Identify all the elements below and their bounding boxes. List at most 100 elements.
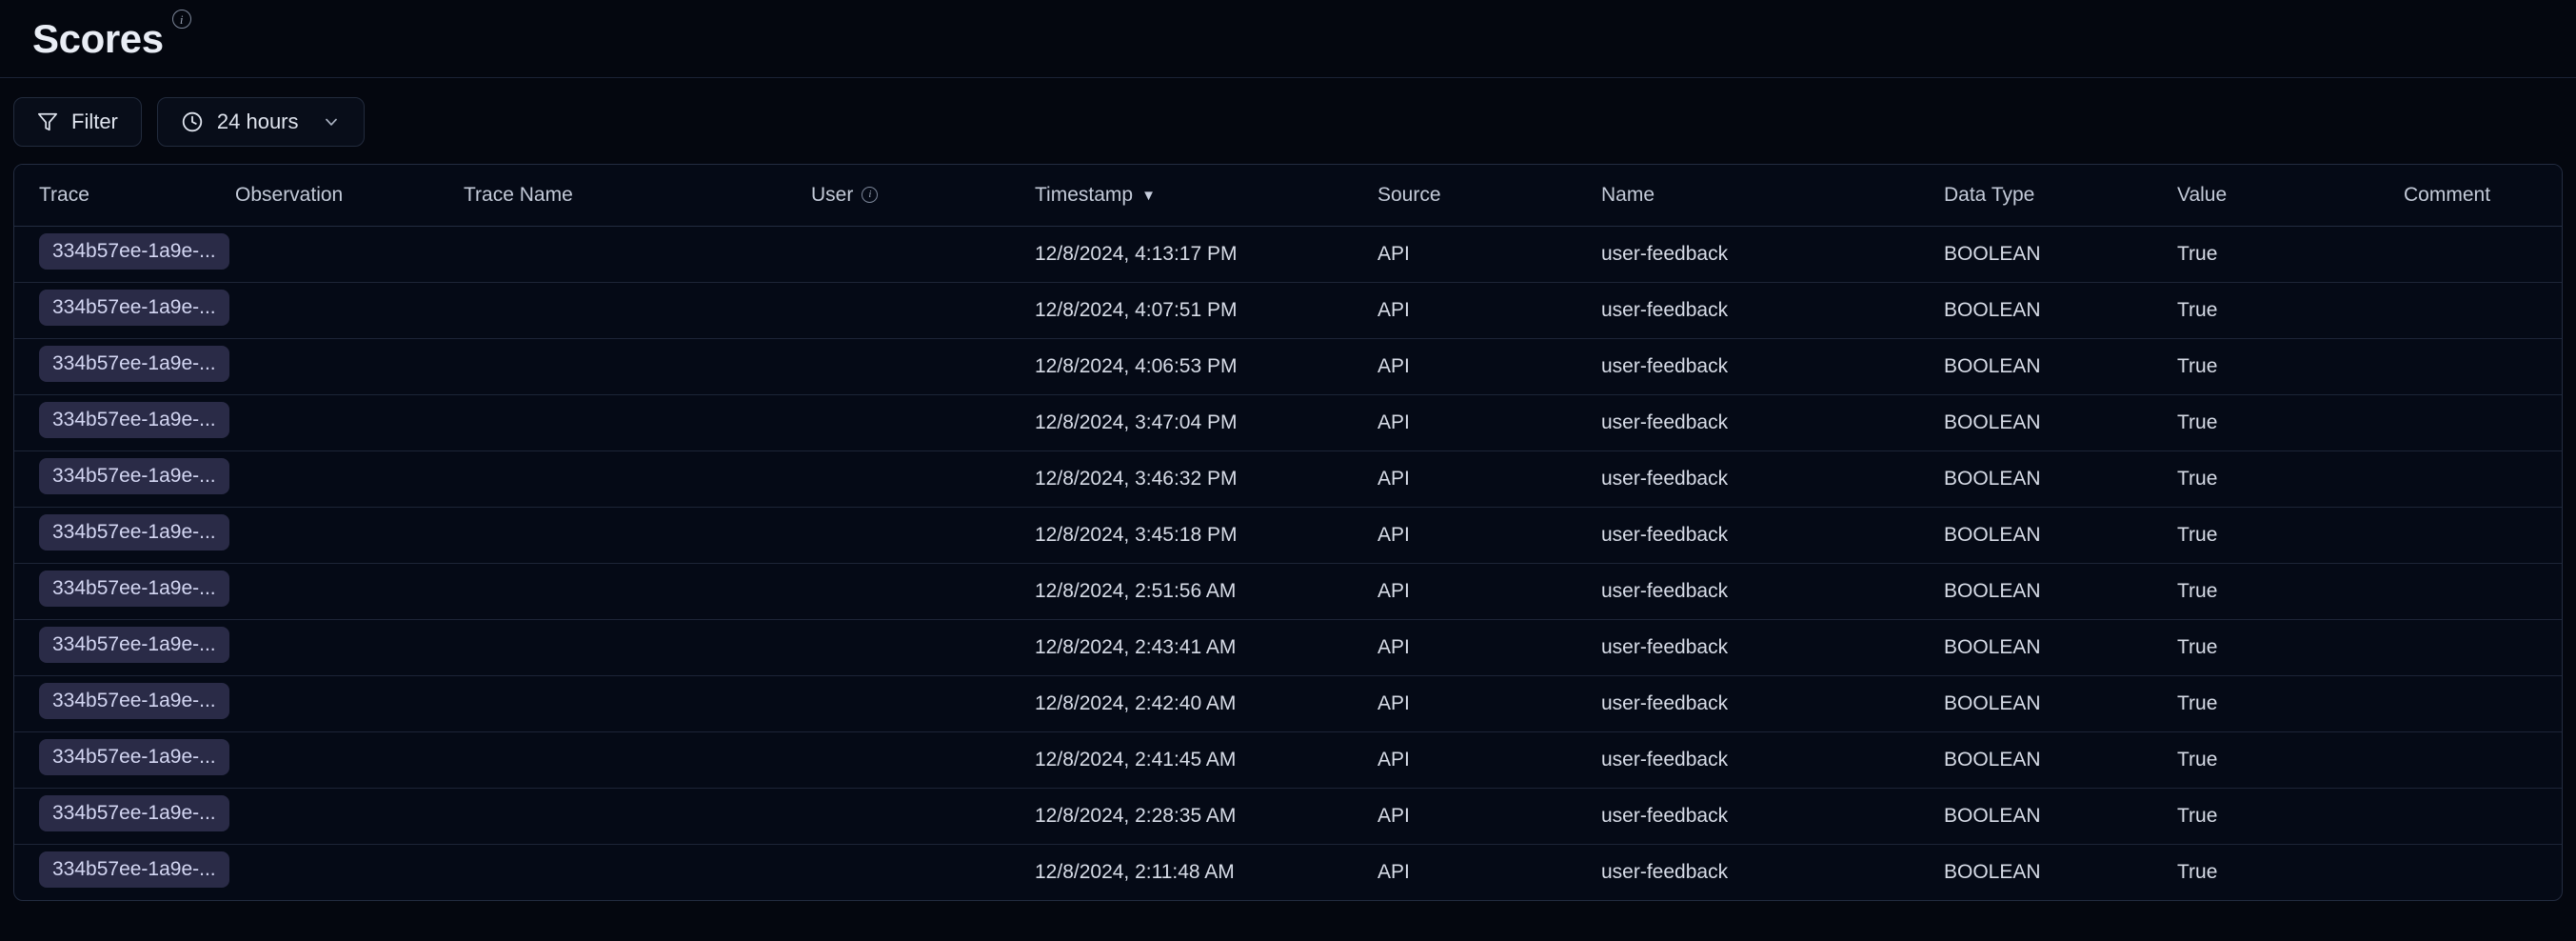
column-header-timestamp[interactable]: Timestamp ▼ xyxy=(1035,165,1377,227)
cell-timestamp-text: 12/8/2024, 2:51:56 AM xyxy=(1035,579,1237,602)
cell-timestamp: 12/8/2024, 4:06:53 PM xyxy=(1035,338,1377,395)
column-header-label: Data Type xyxy=(1944,183,2035,206)
cell-timestamp: 12/8/2024, 3:46:32 PM xyxy=(1035,450,1377,508)
column-header-trace[interactable]: Trace xyxy=(14,165,235,227)
cell-source-text: API xyxy=(1377,242,1410,265)
cell-comment xyxy=(2404,563,2562,620)
cell-value: True xyxy=(2177,282,2404,339)
table-row[interactable]: 334b57ee-1a9e-... 12/8/2024, 2:28:35 AM AP… xyxy=(14,788,2562,845)
cell-timestamp-text: 12/8/2024, 3:47:04 PM xyxy=(1035,410,1238,433)
cell-timestamp: 12/8/2024, 2:43:41 AM xyxy=(1035,619,1377,676)
cell-timestamp-text: 12/8/2024, 2:28:35 AM xyxy=(1035,804,1237,827)
cell-user xyxy=(811,282,1035,339)
table-row[interactable]: 334b57ee-1a9e-... 12/8/2024, 4:06:53 PM AP… xyxy=(14,338,2562,395)
table-row[interactable]: 334b57ee-1a9e-... 12/8/2024, 2:51:56 AM AP… xyxy=(14,563,2562,620)
cell-source: API xyxy=(1377,338,1601,395)
cell-data-type-text: BOOLEAN xyxy=(1944,298,2041,321)
table-row[interactable]: 334b57ee-1a9e-... 12/8/2024, 4:07:51 PM AP… xyxy=(14,282,2562,339)
cell-value-text: True xyxy=(2177,467,2218,490)
column-header-label: Source xyxy=(1377,183,1441,206)
cell-trace-name xyxy=(464,226,811,283)
column-header-value[interactable]: Value xyxy=(2177,165,2404,227)
trace-id-chip[interactable]: 334b57ee-1a9e-... xyxy=(39,513,229,551)
cell-value: True xyxy=(2177,226,2404,283)
table-row[interactable]: 334b57ee-1a9e-... 12/8/2024, 4:13:17 PM AP… xyxy=(14,226,2562,283)
cell-user xyxy=(811,844,1035,900)
cell-timestamp-text: 12/8/2024, 2:43:41 AM xyxy=(1035,635,1237,658)
column-header-label: Value xyxy=(2177,183,2228,206)
cell-trace-name xyxy=(464,507,811,564)
column-header-data-type[interactable]: Data Type xyxy=(1944,165,2177,227)
cell-data-type-text: BOOLEAN xyxy=(1944,635,2041,658)
cell-value-text: True xyxy=(2177,804,2218,827)
cell-source: API xyxy=(1377,788,1601,845)
cell-observation xyxy=(235,675,464,732)
column-header-comment[interactable]: Comment xyxy=(2404,165,2562,227)
scores-page: Scores i Filter 24 hours Trace Observati… xyxy=(0,0,2576,941)
cell-name-text: user-feedback xyxy=(1601,354,1729,377)
cell-value-text: True xyxy=(2177,354,2218,377)
trace-id-chip[interactable]: 334b57ee-1a9e-... xyxy=(39,345,229,382)
table-row[interactable]: 334b57ee-1a9e-... 12/8/2024, 3:47:04 PM AP… xyxy=(14,394,2562,451)
trace-id-chip[interactable]: 334b57ee-1a9e-... xyxy=(39,289,229,326)
cell-value: True xyxy=(2177,788,2404,845)
time-range-button[interactable]: 24 hours xyxy=(156,97,365,147)
cell-data-type-text: BOOLEAN xyxy=(1944,860,2041,883)
cell-data-type-text: BOOLEAN xyxy=(1944,467,2041,490)
column-header-trace-name[interactable]: Trace Name xyxy=(464,165,811,227)
trace-id-chip[interactable]: 334b57ee-1a9e-... xyxy=(39,457,229,494)
trace-id-chip[interactable]: 334b57ee-1a9e-... xyxy=(39,794,229,831)
cell-timestamp: 12/8/2024, 4:07:51 PM xyxy=(1035,282,1377,339)
cell-timestamp: 12/8/2024, 2:11:48 AM xyxy=(1035,844,1377,900)
table-row[interactable]: 334b57ee-1a9e-... 12/8/2024, 2:11:48 AM AP… xyxy=(14,844,2562,900)
cell-timestamp-text: 12/8/2024, 4:13:17 PM xyxy=(1035,242,1238,265)
table-body: 334b57ee-1a9e-... 12/8/2024, 4:13:17 PM AP… xyxy=(14,226,2562,900)
scores-table-container: Trace Observation Trace Name User i Time… xyxy=(13,164,2563,901)
column-header-name[interactable]: Name xyxy=(1601,165,1944,227)
cell-trace-name xyxy=(464,338,811,395)
table-row[interactable]: 334b57ee-1a9e-... 12/8/2024, 2:43:41 AM AP… xyxy=(14,619,2562,676)
column-header-label: Trace xyxy=(39,183,89,206)
trace-id-chip[interactable]: 334b57ee-1a9e-... xyxy=(39,738,229,775)
column-header-source[interactable]: Source xyxy=(1377,165,1601,227)
column-header-label: User xyxy=(811,183,854,206)
table-row[interactable]: 334b57ee-1a9e-... 12/8/2024, 2:41:45 AM AP… xyxy=(14,731,2562,789)
cell-data-type: BOOLEAN xyxy=(1944,731,2177,789)
column-header-user[interactable]: User i xyxy=(811,165,1035,227)
trace-id-chip[interactable]: 334b57ee-1a9e-... xyxy=(39,851,229,888)
info-icon[interactable]: i xyxy=(862,187,879,204)
trace-id-chip[interactable]: 334b57ee-1a9e-... xyxy=(39,401,229,438)
cell-trace: 334b57ee-1a9e-... xyxy=(14,507,235,564)
cell-name-text: user-feedback xyxy=(1601,691,1729,714)
cell-data-type: BOOLEAN xyxy=(1944,282,2177,339)
cell-name: user-feedback xyxy=(1601,450,1944,508)
table-row[interactable]: 334b57ee-1a9e-... 12/8/2024, 2:42:40 AM AP… xyxy=(14,675,2562,732)
cell-name: user-feedback xyxy=(1601,731,1944,789)
cell-observation xyxy=(235,844,464,900)
trace-id-chip[interactable]: 334b57ee-1a9e-... xyxy=(39,682,229,719)
cell-data-type: BOOLEAN xyxy=(1944,844,2177,900)
filter-button[interactable]: Filter xyxy=(13,97,142,147)
cell-timestamp: 12/8/2024, 2:42:40 AM xyxy=(1035,675,1377,732)
trace-id-chip[interactable]: 334b57ee-1a9e-... xyxy=(39,626,229,663)
cell-name: user-feedback xyxy=(1601,338,1944,395)
clock-icon xyxy=(181,110,204,133)
cell-timestamp-text: 12/8/2024, 2:11:48 AM xyxy=(1035,860,1235,883)
info-icon[interactable]: i xyxy=(171,10,191,29)
cell-timestamp: 12/8/2024, 4:13:17 PM xyxy=(1035,226,1377,283)
cell-value-text: True xyxy=(2177,410,2218,433)
cell-trace: 334b57ee-1a9e-... xyxy=(14,394,235,451)
time-range-label: 24 hours xyxy=(216,110,299,133)
cell-trace: 334b57ee-1a9e-... xyxy=(14,844,235,900)
trace-id-chip[interactable]: 334b57ee-1a9e-... xyxy=(39,232,229,270)
cell-user xyxy=(811,507,1035,564)
column-header-label: Comment xyxy=(2404,183,2491,206)
trace-id-chip[interactable]: 334b57ee-1a9e-... xyxy=(39,570,229,607)
table-row[interactable]: 334b57ee-1a9e-... 12/8/2024, 3:46:32 PM AP… xyxy=(14,450,2562,508)
cell-source: API xyxy=(1377,563,1601,620)
cell-source-text: API xyxy=(1377,860,1410,883)
column-header-label: Name xyxy=(1601,183,1655,206)
column-header-observation[interactable]: Observation xyxy=(235,165,464,227)
cell-source-text: API xyxy=(1377,354,1410,377)
table-row[interactable]: 334b57ee-1a9e-... 12/8/2024, 3:45:18 PM AP… xyxy=(14,507,2562,564)
